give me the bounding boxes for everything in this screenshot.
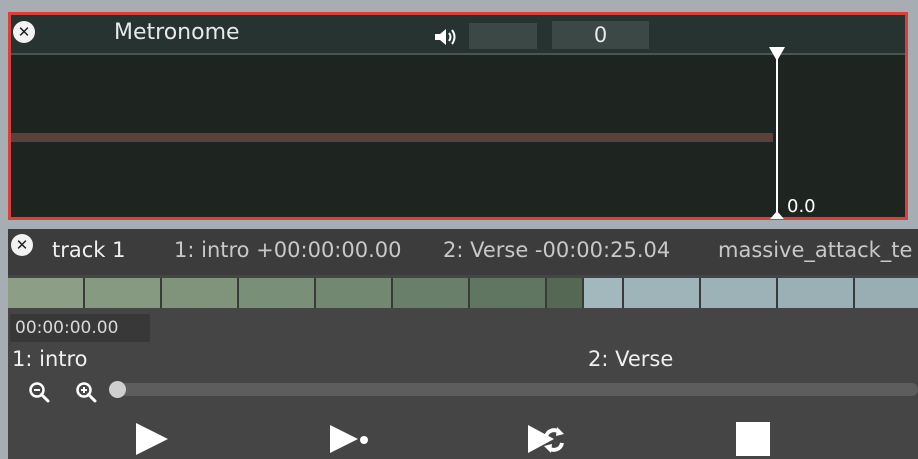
playhead-handle-icon[interactable]: [769, 47, 785, 61]
marker-verse[interactable]: 2: Verse -00:00:25.04: [443, 238, 670, 262]
waveform-segment: [547, 278, 582, 308]
play-icon[interactable]: [132, 419, 172, 459]
section-label-verse: 2: Verse: [588, 347, 674, 371]
zoom-in-icon[interactable]: [75, 381, 97, 403]
waveform-segment: [393, 278, 468, 308]
track-panel: ✕ track 1 1: intro +00:00:00.00 2: Verse…: [8, 229, 918, 459]
waveform-segment: [8, 278, 83, 308]
metronome-value-field[interactable]: 0: [552, 21, 649, 49]
track-waveform[interactable]: [8, 278, 918, 308]
waveform-segment: [584, 278, 622, 308]
stop-icon[interactable]: [733, 419, 773, 459]
playhead-line[interactable]: [776, 55, 778, 217]
metronome-panel: ✕ Metronome 0 0.0: [8, 12, 908, 220]
section-label-intro: 1: intro: [12, 347, 88, 371]
waveform-segment: [162, 278, 237, 308]
volume-slider[interactable]: [469, 23, 537, 49]
waveform-segment: [85, 278, 160, 308]
waveform-segment: [316, 278, 391, 308]
loop-icon[interactable]: [526, 419, 566, 459]
zoom-slider[interactable]: [109, 381, 918, 398]
waveform-segment: [701, 278, 776, 308]
speaker-icon[interactable]: [434, 27, 462, 47]
playhead-time: 0.0: [787, 196, 816, 217]
playhead-marker-icon: [770, 211, 784, 219]
zoom-out-icon[interactable]: [28, 381, 50, 403]
time-readout: 00:00:00.00: [10, 314, 150, 342]
track-name: track 1: [52, 238, 126, 262]
marker-file[interactable]: massive_attack_te: [718, 238, 912, 262]
waveform-segment: [624, 278, 699, 308]
waveform-segment: [855, 278, 918, 308]
metronome-region-bar[interactable]: [11, 133, 773, 142]
close-icon[interactable]: ✕: [11, 234, 33, 256]
waveform-segment: [470, 278, 545, 308]
play-from-cursor-icon[interactable]: [328, 419, 368, 459]
zoom-slider-knob[interactable]: [109, 381, 126, 398]
waveform-segment: [778, 278, 853, 308]
close-icon[interactable]: ✕: [13, 21, 35, 43]
waveform-segment: [239, 278, 314, 308]
marker-intro[interactable]: 1: intro +00:00:00.00: [174, 238, 402, 262]
metronome-title: Metronome: [114, 20, 240, 45]
metronome-timeline[interactable]: 0.0: [11, 47, 905, 219]
track-header: ✕ track 1 1: intro +00:00:00.00 2: Verse…: [8, 229, 918, 275]
